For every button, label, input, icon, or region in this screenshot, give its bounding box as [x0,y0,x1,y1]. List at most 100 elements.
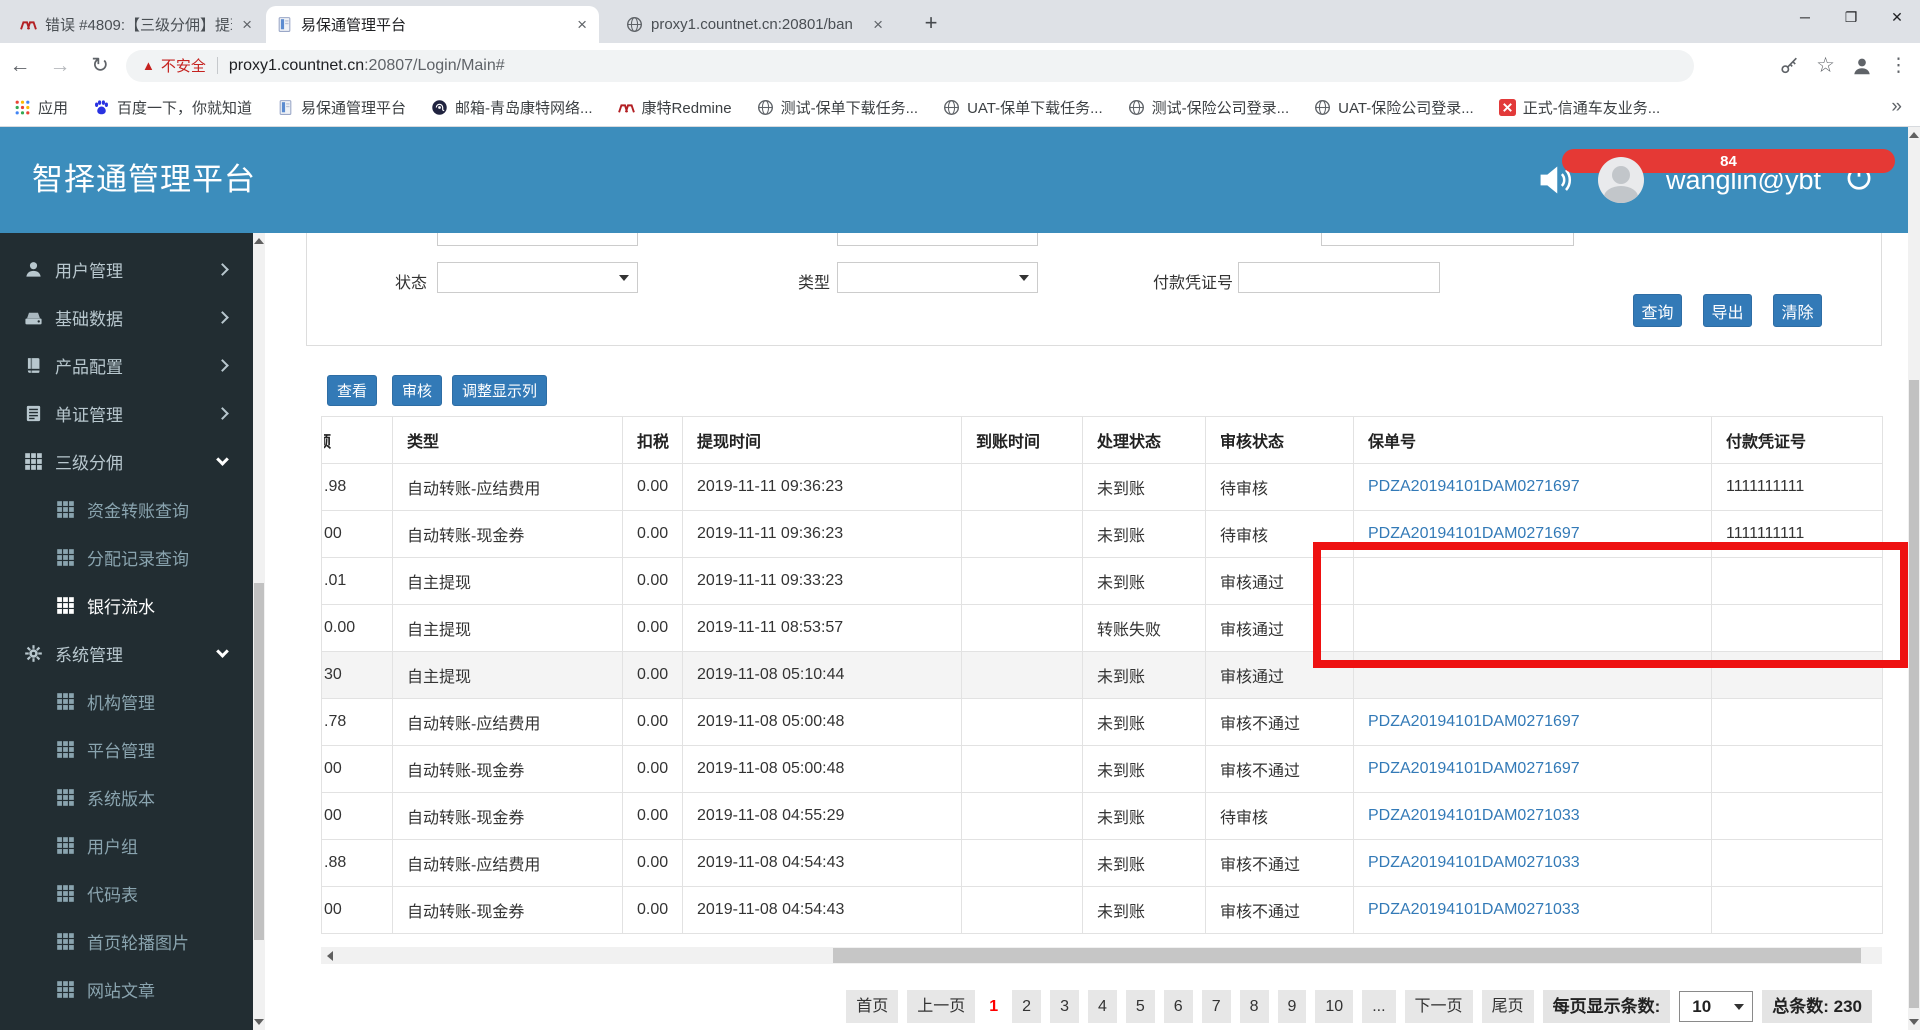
clear-button[interactable]: 清除 [1773,294,1822,327]
cell-policy_no: PDZA20194101DAM0271697 [1353,745,1712,793]
table-row[interactable]: .78 自动转账-应结费用 0.00 2019-11-08 05:00:48 未到账 审核… [321,698,1883,746]
clipped-input[interactable] [837,233,1038,246]
forward-button[interactable]: → [40,54,80,78]
view-button[interactable]: 查看 [327,375,378,406]
page-scrollbar-thumb[interactable] [1909,380,1919,1008]
bookmark-test-insurer-login[interactable]: 测试-保险公司登录... [1128,97,1289,118]
bookmark-mail[interactable]: 邮箱-青岛康特网络... [431,97,593,118]
browser-tab-redmine-issue[interactable]: 错误 #4809:【三级分佣】提现金 × [10,6,264,43]
export-button[interactable]: 导出 [1703,294,1752,327]
page-button-8[interactable]: 8 [1239,990,1269,1023]
prev-page-button[interactable]: 上一页 [907,990,976,1023]
voucher-input[interactable] [1238,262,1440,293]
scroll-up-icon[interactable] [1908,127,1920,143]
page-button-4[interactable]: 4 [1087,990,1117,1023]
policy-link[interactable]: PDZA20194101DAM0271033 [1368,807,1580,824]
maximize-button[interactable]: ❐ [1828,0,1874,34]
chevron-right-icon [216,406,229,420]
table-row[interactable]: .98 自动转账-应结费用 0.00 2019-11-11 09:36:23 未到账 待审… [321,463,1883,511]
adjust-columns-button[interactable]: 调整显示列 [452,375,548,406]
reload-button[interactable]: ↻ [80,53,120,78]
page-button-3[interactable]: 3 [1050,990,1079,1023]
page-button-2[interactable]: 2 [1012,990,1042,1023]
scroll-down-icon[interactable] [1908,1014,1920,1030]
table-row[interactable]: 00 自动转账-现金券 0.00 2019-11-08 04:54:43 未到账 审核不通… [321,886,1883,934]
sidebar-item-fund-transfer-query[interactable]: 资金转账查询 [0,485,253,533]
close-button[interactable]: ✕ [1874,0,1920,34]
page-button-6[interactable]: 6 [1163,990,1193,1023]
last-page-button[interactable]: 尾页 [1481,990,1534,1023]
page-scrollbar[interactable] [1908,127,1920,1030]
clipped-input[interactable] [1321,233,1574,246]
sidebar-item-website-articles[interactable]: 网站文章 [0,965,253,1013]
policy-link[interactable]: PDZA20194101DAM0271697 [1368,478,1580,495]
clipped-input[interactable] [437,233,638,246]
table-row[interactable]: 00 自动转账-现金券 0.00 2019-11-08 04:55:29 未到账 待审核 P… [321,792,1883,840]
chrome-menu-icon[interactable]: ⋮ [1889,54,1908,77]
security-warning-label[interactable]: 不安全 [161,55,206,76]
table-horizontal-scrollbar[interactable] [321,947,1882,964]
page-button-9[interactable]: 9 [1277,990,1307,1023]
sidebar-item-allocation-record-query[interactable]: 分配记录查询 [0,533,253,581]
sidebar-item-three-level-commission[interactable]: 三级分佣 [0,437,253,485]
bookmark-test-download[interactable]: 测试-保单下载任务... [757,97,918,118]
first-page-button[interactable]: 首页 [846,990,899,1023]
profile-avatar-icon[interactable] [1850,54,1874,78]
scroll-left-icon[interactable] [321,947,338,964]
page-button-7[interactable]: 7 [1201,990,1231,1023]
sidebar-item-system-version[interactable]: 系统版本 [0,773,253,821]
bookmark-uat-insurer-login[interactable]: UAT-保险公司登录... [1314,97,1474,118]
tab-close-icon[interactable]: × [240,15,254,35]
table-row[interactable]: .88 自动转账-应结费用 0.00 2019-11-08 04:54:43 未到账 审核… [321,839,1883,887]
sidebar-item-code-table[interactable]: 代码表 [0,869,253,917]
sidebar-item-system-management[interactable]: 系统管理 [0,629,253,677]
bookmark-apps[interactable]: 应用 [14,97,68,118]
bookmark-ybt[interactable]: 易保通管理平台 [277,97,406,118]
back-button[interactable]: ← [0,54,40,78]
bookmark-baidu[interactable]: 百度一下，你就知道 [93,97,252,118]
status-select[interactable] [437,262,638,293]
tab-close-icon[interactable]: × [575,15,589,35]
new-tab-button[interactable]: + [916,9,946,39]
sidebar-item-homepage-carousel[interactable]: 首页轮播图片 [0,917,253,965]
address-bar[interactable]: ▲ 不安全 proxy1.countnet.cn :20807/Login/Ma… [126,49,1694,82]
bookmark-kangte-redmine[interactable]: 康特Redmine [617,97,732,118]
sidebar-scrollbar-thumb[interactable] [254,583,264,940]
horizontal-scrollbar-thumb[interactable] [833,948,1861,963]
type-select[interactable] [837,262,1038,293]
policy-link[interactable]: PDZA20194101DAM0271697 [1368,760,1580,777]
user-avatar[interactable] [1598,157,1644,203]
page-button-5[interactable]: 5 [1125,990,1155,1023]
audit-button[interactable]: 审核 [392,375,443,406]
sidebar-item-user-group[interactable]: 用户组 [0,821,253,869]
next-page-button[interactable]: 下一页 [1404,990,1473,1023]
tab-close-icon[interactable]: × [871,15,885,35]
search-button[interactable]: 查询 [1633,294,1682,327]
page-button-10[interactable]: 10 [1315,990,1354,1023]
browser-tab-ybt-admin[interactable]: 易保通管理平台 × [266,6,599,43]
bookmark-star-icon[interactable]: ☆ [1816,53,1835,78]
scroll-up-icon[interactable] [253,233,265,249]
bookmark-prod-xintong[interactable]: 正式-信通车友业务... [1498,97,1660,118]
sidebar-item-document-management[interactable]: 单证管理 [0,389,253,437]
policy-link[interactable]: PDZA20194101DAM0271033 [1368,854,1580,871]
scroll-down-icon[interactable] [253,1014,265,1030]
sidebar-item-product-config[interactable]: 产品配置 [0,341,253,389]
policy-link[interactable]: PDZA20194101DAM0271697 [1368,525,1580,542]
sidebar-item-organization-management[interactable]: 机构管理 [0,677,253,725]
ellipsis-page-button[interactable]: ... [1362,990,1396,1023]
bookmark-uat-download[interactable]: UAT-保单下载任务... [943,97,1103,118]
per-page-select[interactable]: 10 [1679,991,1754,1022]
policy-link[interactable]: PDZA20194101DAM0271697 [1368,713,1580,730]
password-key-icon[interactable] [1777,54,1801,78]
sidebar-item-user-management[interactable]: 用户管理 [0,245,253,293]
sidebar-item-platform-management[interactable]: 平台管理 [0,725,253,773]
minimize-button[interactable]: ─ [1782,0,1828,34]
table-row[interactable]: 00 自动转账-现金券 0.00 2019-11-08 05:00:48 未到账 审核不通… [321,745,1883,793]
bookmarks-overflow-icon[interactable]: » [1891,96,1906,118]
sidebar-scrollbar[interactable] [253,233,265,1030]
browser-tab-proxy[interactable]: proxy1.countnet.cn:20801/ban × [616,6,895,43]
policy-link[interactable]: PDZA20194101DAM0271033 [1368,901,1580,918]
sidebar-item-basic-data[interactable]: 基础数据 [0,293,253,341]
sidebar-item-bank-statement[interactable]: 银行流水 [0,581,253,629]
